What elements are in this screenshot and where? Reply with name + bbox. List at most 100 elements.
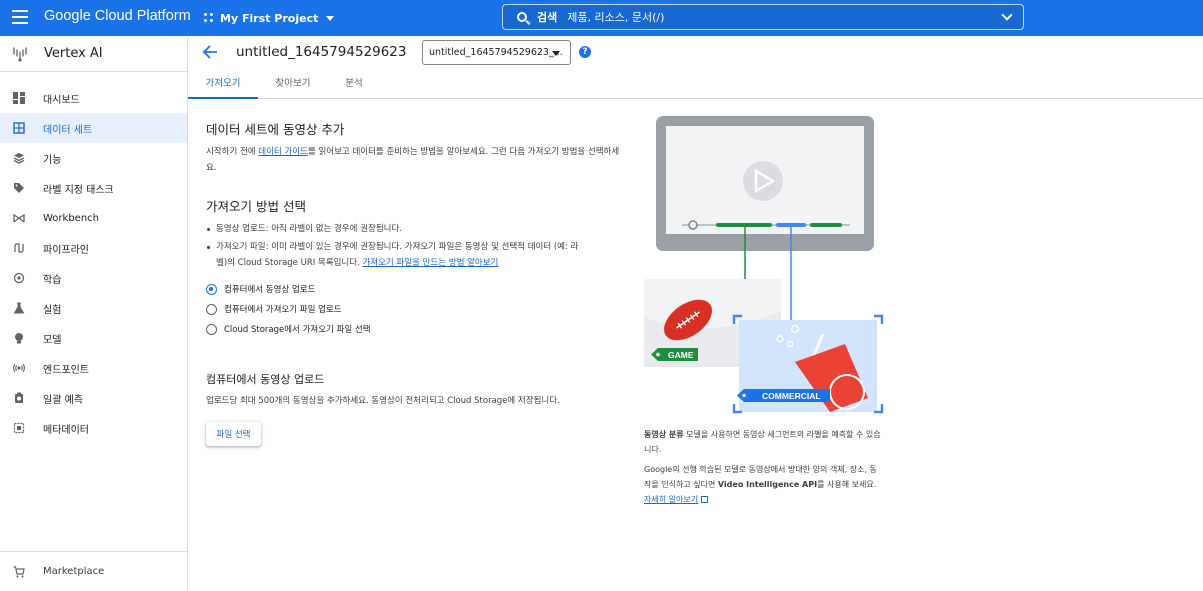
- sidebar-item-experiments[interactable]: 실험: [0, 293, 187, 323]
- classification-note-bold: 동영상 분류: [644, 430, 684, 439]
- radio-button[interactable]: [206, 283, 217, 295]
- batch-prediction-icon: [13, 392, 25, 404]
- sidebar-item-label: 일괄 예측: [43, 394, 83, 406]
- intro-text: 시작하기 전에 데이터 가이드를 읽어보고 데이터를 준비하는 방법을 알아보세…: [206, 144, 626, 176]
- commercial-card: COMMERCIAL: [732, 314, 884, 414]
- marketplace-label: Marketplace: [43, 566, 105, 577]
- page-header: untitled_1645794529623 untitled_16457945…: [188, 36, 1203, 70]
- upload-description: 업로드당 최대 500개의 동영상을 추가하세요. 동영상이 전처리되고 Clo…: [206, 396, 560, 406]
- metadata-icon: [13, 422, 25, 434]
- features-icon: [13, 152, 25, 164]
- game-tag-label: GAME: [668, 350, 694, 360]
- cart-icon: [13, 565, 25, 578]
- external-link-icon: [701, 496, 709, 503]
- video-classification-illustration: GAME COMMERCIAL: [644, 116, 884, 414]
- info-notes: 동영상 분류 모델을 사용하면 동영상 세그먼트의 라벨을 예측할 수 있습니다…: [644, 427, 884, 507]
- pipeline-icon: [13, 242, 25, 254]
- sidebar: Vertex AI 대시보드 데이터 세트 기능 라벨 지정 태스크 Workb…: [0, 36, 188, 591]
- search-input[interactable]: [567, 10, 988, 24]
- search-bar[interactable]: 검색: [502, 4, 1024, 30]
- dashboard-icon: [13, 92, 25, 104]
- dataset-select-value: untitled_1645794529623_...: [429, 47, 563, 58]
- dataset-select[interactable]: untitled_1645794529623_...: [422, 40, 571, 65]
- radio-button[interactable]: [206, 303, 217, 315]
- chevron-down-icon: [326, 15, 335, 21]
- sidebar-item-label: 실험: [43, 304, 62, 316]
- label-icon: [13, 182, 25, 194]
- search-icon: [517, 12, 527, 22]
- radio-option-upload-import-file[interactable]: 컴퓨터에서 가져오기 파일 업로드: [206, 299, 371, 319]
- sidebar-item-label: 데이터 세트: [43, 124, 93, 136]
- timeline-scrubber: [688, 220, 698, 230]
- sidebar-item-label: 엔드포인트: [43, 364, 89, 376]
- workbench-icon: [13, 212, 25, 224]
- import-method-section: 가져오기 방법 선택 동영상 업로드: 아직 라벨이 없는 경우에 권장됩니다.…: [206, 196, 586, 273]
- product-name: Vertex AI: [44, 46, 103, 61]
- sidebar-item-batch-predictions[interactable]: 일괄 예측: [0, 383, 187, 413]
- sidebar-item-datasets[interactable]: 데이터 세트: [0, 113, 187, 143]
- sidebar-item-features[interactable]: 기능: [0, 143, 187, 173]
- page-title: untitled_1645794529623: [236, 44, 407, 60]
- bullet-upload-videos: 동영상 업로드: 아직 라벨이 없는 경우에 권장됩니다.: [206, 221, 586, 237]
- endpoint-icon: [13, 362, 25, 374]
- upload-section: 컴퓨터에서 동영상 업로드 업로드당 최대 500개의 동영상을 추가하세요. …: [206, 371, 560, 409]
- project-name: My First Project: [220, 11, 319, 25]
- radio-label: 컴퓨터에서 가져오기 파일 업로드: [224, 305, 342, 315]
- tab-import[interactable]: 가져오기: [188, 70, 258, 99]
- sidebar-item-workbench[interactable]: Workbench: [0, 203, 187, 233]
- import-method-title: 가져오기 방법 선택: [206, 199, 306, 214]
- add-videos-section: 데이터 세트에 동영상 추가 시작하기 전에 데이터 가이드를 읽어보고 데이터…: [206, 119, 626, 176]
- sidebar-item-label: 메타데이터: [43, 424, 89, 436]
- tab-analyze[interactable]: 분석: [328, 70, 380, 99]
- model-icon: [13, 332, 25, 344]
- bullet-import-file: 가져오기 파일: 이미 라벨이 있는 경우에 권장됩니다. 가져오기 파일은 동…: [206, 239, 586, 271]
- data-guide-link[interactable]: 데이터 가이드: [258, 147, 308, 157]
- video-intelligence-api-name: Video Intelligence API: [717, 480, 818, 489]
- menu-icon[interactable]: [12, 10, 28, 24]
- chevron-down-icon: [552, 51, 560, 56]
- intro-text-before: 시작하기 전에: [206, 147, 259, 157]
- sidebar-item-labeling-tasks[interactable]: 라벨 지정 태스크: [0, 173, 187, 203]
- video-intelligence-note: Google의 선행 학습된 모델로 동영상에서 방대한 양의 객체, 장소, …: [644, 462, 884, 507]
- sidebar-item-label: 대시보드: [43, 94, 80, 106]
- commercial-tag-label: COMMERCIAL: [762, 391, 821, 401]
- sidebar-nav: 대시보드 데이터 세트 기능 라벨 지정 태스크 Workbench 파이프라인…: [0, 83, 187, 443]
- sidebar-item-label: 기능: [43, 154, 62, 166]
- radio-option-cloud-storage-file[interactable]: Cloud Storage에서 가져오기 파일 선택: [206, 319, 371, 339]
- sidebar-item-dashboard[interactable]: 대시보드: [0, 83, 187, 113]
- help-icon[interactable]: ?: [579, 46, 591, 58]
- tab-browse[interactable]: 찾아보기: [258, 70, 328, 99]
- sidebar-item-metadata[interactable]: 메타데이터: [0, 413, 187, 443]
- import-file-guide-link[interactable]: 가져오기 파일을 만드는 방법 알아보기: [362, 258, 498, 268]
- sidebar-item-label: Workbench: [43, 212, 99, 224]
- back-arrow-icon[interactable]: [202, 45, 218, 59]
- radio-option-upload-videos[interactable]: 컴퓨터에서 동영상 업로드: [206, 279, 371, 299]
- tab-bar: 가져오기 찾아보기 분석: [188, 70, 1203, 99]
- product-header: Vertex AI: [0, 36, 187, 72]
- import-method-radio-group: 컴퓨터에서 동영상 업로드 컴퓨터에서 가져오기 파일 업로드 Cloud St…: [206, 279, 371, 339]
- sidebar-item-label: 학습: [43, 274, 62, 286]
- sidebar-item-label: 라벨 지정 태스크: [43, 184, 114, 196]
- radio-button[interactable]: [206, 323, 217, 335]
- sidebar-item-marketplace[interactable]: Marketplace: [0, 551, 187, 591]
- search-expand-icon[interactable]: [1001, 9, 1013, 21]
- project-dots-icon: [204, 13, 214, 23]
- upload-title: 컴퓨터에서 동영상 업로드: [206, 373, 325, 386]
- sidebar-item-models[interactable]: 모델: [0, 323, 187, 353]
- training-icon: [13, 272, 25, 284]
- vertex-ai-icon: [13, 46, 27, 62]
- sidebar-item-pipelines[interactable]: 파이프라인: [0, 233, 187, 263]
- sidebar-item-training[interactable]: 학습: [0, 263, 187, 293]
- top-bar: Google Cloud Platform My First Project 검…: [0, 0, 1203, 36]
- add-videos-title: 데이터 세트에 동영상 추가: [206, 122, 345, 137]
- search-label: 검색: [537, 11, 558, 24]
- sidebar-item-endpoints[interactable]: 엔드포인트: [0, 353, 187, 383]
- select-file-button[interactable]: 파일 선택: [206, 422, 261, 446]
- learn-more-link[interactable]: 자세히 알아보기: [644, 495, 698, 504]
- radio-label: 컴퓨터에서 동영상 업로드: [224, 285, 316, 295]
- brand-logo[interactable]: Google Cloud Platform: [44, 8, 191, 24]
- project-selector[interactable]: My First Project: [204, 9, 335, 27]
- sidebar-item-label: 파이프라인: [43, 244, 89, 256]
- play-button-icon: [743, 161, 783, 201]
- method-bullets: 동영상 업로드: 아직 라벨이 없는 경우에 권장됩니다. 가져오기 파일: 이…: [206, 221, 586, 271]
